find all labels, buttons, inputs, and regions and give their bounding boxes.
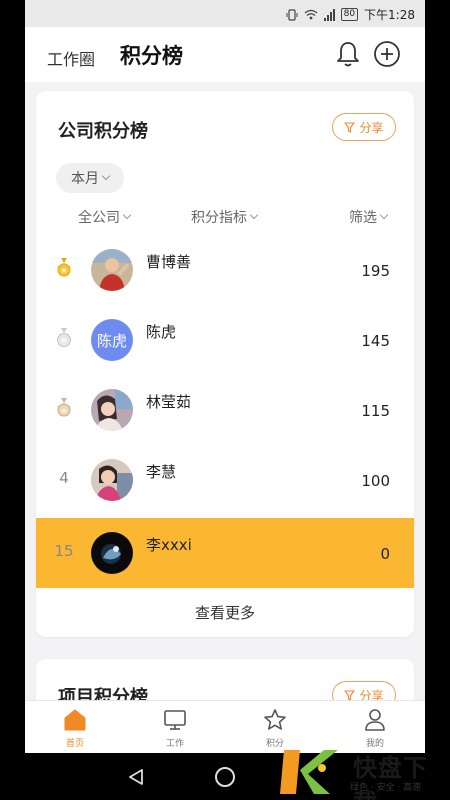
metric-filter[interactable]: 积分指标 <box>191 207 259 227</box>
silver-medal-icon <box>57 328 71 347</box>
leaderboard-row[interactable]: 陈虎 陈虎 145 <box>36 305 414 375</box>
screen-filter-label: 筛选 <box>349 210 377 226</box>
vibrate-icon <box>286 8 298 21</box>
chevron-down-icon <box>101 171 111 181</box>
screen-filter[interactable]: 筛选 <box>349 207 389 227</box>
status-icons: 80 下午1:28 <box>286 6 415 23</box>
card-title: 公司积分榜 <box>58 121 148 142</box>
chevron-down-icon <box>122 210 132 220</box>
member-name: 曹博善 <box>146 253 192 271</box>
share-button[interactable]: 分享 <box>332 113 396 141</box>
leaderboard-row[interactable]: 曹博善 195 <box>36 235 414 305</box>
nav-label: 工作 <box>165 739 184 749</box>
member-name: 李慧 <box>146 463 177 481</box>
home-circle-icon[interactable] <box>215 767 235 787</box>
avatar: 陈虎 <box>91 319 133 361</box>
company-leaderboard-card: 公司积分榜 分享 本月 全公司 积分指标 筛选 曹博善 195 陈虎 陈虎 14… <box>36 91 414 637</box>
bell-icon[interactable] <box>335 40 361 68</box>
view-more-button[interactable]: 查看更多 <box>36 588 414 637</box>
share-label: 分享 <box>359 120 384 135</box>
status-time: 下午1:28 <box>364 8 415 22</box>
brand-k-icon <box>280 750 338 794</box>
member-score: 0 <box>380 545 390 563</box>
back-triangle-icon[interactable] <box>128 769 144 785</box>
member-name: 林莹茹 <box>146 393 192 411</box>
member-score: 145 <box>361 332 390 350</box>
avatar <box>91 249 133 291</box>
chevron-down-icon <box>249 210 259 220</box>
scope-filter[interactable]: 全公司 <box>78 207 132 227</box>
signal-icon <box>323 8 335 21</box>
add-circle-icon[interactable] <box>373 40 401 68</box>
member-score: 195 <box>361 262 390 280</box>
bronze-medal-icon <box>57 398 71 417</box>
filter-funnel-icon <box>344 121 356 133</box>
nav-item-work[interactable]: 工作 <box>125 701 225 753</box>
battery-indicator: 80 <box>340 8 359 21</box>
nav-item-home[interactable]: 首页 <box>25 701 125 753</box>
filter-funnel-icon <box>344 689 356 701</box>
app-screen: 80 下午1:28 工作圈 积分榜 公司积分榜 分享 本月 全公司 积分指标 筛… <box>25 0 425 800</box>
home-icon <box>64 709 86 731</box>
current-user-row[interactable]: 15 李xxxi 0 <box>36 518 414 588</box>
avatar-initials: 陈虎 <box>96 331 127 350</box>
tab-work-circle[interactable]: 工作圈 <box>47 46 95 70</box>
period-selector[interactable]: 本月 <box>56 163 124 193</box>
status-bar: 80 下午1:28 <box>25 0 425 27</box>
watermark-tagline: 绿色 · 安全 · 高速 <box>350 783 422 793</box>
metric-filter-label: 积分指标 <box>191 210 247 226</box>
chevron-down-icon <box>379 210 389 220</box>
period-label: 本月 <box>71 171 99 187</box>
avatar <box>91 459 133 501</box>
scope-filter-label: 全公司 <box>78 210 120 226</box>
wifi-icon <box>304 9 318 20</box>
member-name: 陈虎 <box>146 323 177 341</box>
leaderboard-row[interactable]: 林莹茹 115 <box>36 375 414 445</box>
nav-label: 首页 <box>65 739 84 749</box>
top-header: 工作圈 积分榜 <box>25 27 425 82</box>
avatar <box>91 389 133 431</box>
watermark-logo: 快盘下载 绿色 · 安全 · 高速 <box>278 746 448 800</box>
star-icon <box>264 709 286 730</box>
rank-number: 15 <box>54 542 74 560</box>
rank-number: 4 <box>59 469 69 487</box>
leaderboard-row[interactable]: 4 李慧 100 <box>36 445 414 515</box>
person-icon <box>365 709 385 731</box>
monitor-icon <box>164 710 186 730</box>
gold-medal-icon <box>57 258 71 277</box>
tab-leaderboard[interactable]: 积分榜 <box>120 40 183 70</box>
avatar <box>91 532 133 574</box>
member-name: 李xxxi <box>146 536 192 554</box>
member-score: 100 <box>361 472 390 490</box>
member-score: 115 <box>361 402 390 420</box>
